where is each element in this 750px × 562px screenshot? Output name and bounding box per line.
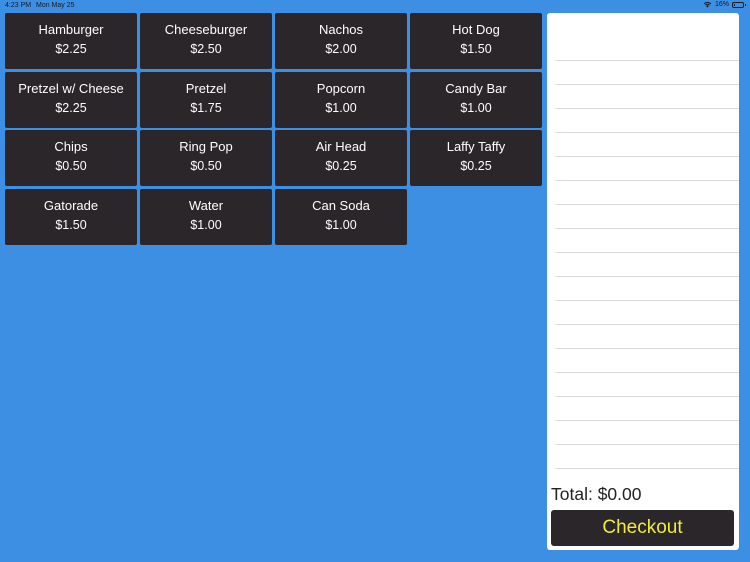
menu-item-button[interactable]: Laffy Taffy $0.25 <box>410 130 542 186</box>
menu-item-name: Popcorn <box>316 80 366 96</box>
order-list-row <box>555 133 739 157</box>
menu-item-name: Can Soda <box>312 197 370 213</box>
menu-item-name: Ring Pop <box>179 139 233 154</box>
menu-item-button[interactable]: Hamburger $2.25 <box>5 13 137 69</box>
menu-item-name: Cheeseburger <box>164 22 248 37</box>
order-list-row <box>555 325 739 349</box>
menu-item-price: $1.00 <box>190 217 222 232</box>
menu-item-name: Air Head <box>315 139 367 154</box>
menu-item-name: Pretzel <box>185 80 227 96</box>
status-bar: 4:23 PM Mon May 25 16% <box>0 0 750 11</box>
menu-item-price: $0.25 <box>325 159 357 173</box>
battery-level <box>734 3 735 6</box>
menu-item-price: $1.00 <box>460 100 492 115</box>
order-list-row <box>555 253 739 277</box>
menu-item-button[interactable]: Popcorn $1.00 <box>275 71 407 128</box>
menu-item-button[interactable]: Gatorade $1.50 <box>5 188 137 245</box>
menu-item-name: Nachos <box>318 22 364 37</box>
battery-percent: 16% <box>714 1 729 8</box>
order-list-row <box>555 397 739 421</box>
order-list-row <box>555 181 739 205</box>
menu-item-button[interactable]: Candy Bar $1.00 <box>410 71 542 128</box>
menu-item-price: $2.25 <box>55 42 87 56</box>
menu-item-name: Candy Bar <box>445 80 507 96</box>
order-list-row <box>555 421 739 445</box>
menu-item-price: $2.25 <box>55 100 87 115</box>
order-list-row <box>555 37 739 61</box>
wifi-icon <box>703 2 712 8</box>
menu-item-name: Hot Dog <box>452 22 500 37</box>
menu-item-price: $2.00 <box>325 42 357 56</box>
menu-item-name: Hamburger <box>38 22 104 37</box>
menu-item-name: Laffy Taffy <box>446 139 506 154</box>
status-time: 4:23 PM <box>5 2 32 9</box>
menu-item-name: Pretzel w/ Cheese <box>18 80 124 96</box>
battery-icon <box>732 1 746 8</box>
order-list-row <box>555 229 739 253</box>
menu-item-price: $1.75 <box>190 100 222 115</box>
order-list-row <box>555 277 739 301</box>
menu-item-price: $0.50 <box>55 159 87 173</box>
menu-item-button[interactable]: Pretzel w/ Cheese $2.25 <box>5 71 137 128</box>
order-list-row <box>555 85 739 109</box>
menu-item-name: Gatorade <box>43 197 99 213</box>
menu-item-button[interactable]: Ring Pop $0.50 <box>140 130 272 186</box>
menu-item-price: $0.25 <box>460 159 492 173</box>
menu-item-name: Water <box>188 197 224 213</box>
order-list-row <box>555 61 739 85</box>
menu-item-button[interactable]: Can Soda $1.00 <box>275 188 407 245</box>
menu-grid: Hamburger $2.25 Cheeseburger $2.50 Nachos $2.… <box>5 13 542 245</box>
menu-item-button[interactable]: Cheeseburger $2.50 <box>140 13 272 69</box>
menu-item-price: $1.50 <box>55 217 87 232</box>
status-indicators: 16% <box>703 1 746 8</box>
menu-item-price: $2.50 <box>190 42 222 56</box>
status-date: Mon May 25 <box>36 2 75 9</box>
order-list-row <box>555 445 739 469</box>
menu-item-button[interactable]: Air Head $0.25 <box>275 130 407 186</box>
menu-item-price: $1.50 <box>460 42 492 56</box>
order-total: Total: $0.00 <box>551 484 642 504</box>
menu-item-button[interactable]: Hot Dog $1.50 <box>410 13 542 69</box>
menu-item-button[interactable]: Chips $0.50 <box>5 130 137 186</box>
order-list-row <box>555 349 739 373</box>
menu-item-button[interactable]: Nachos $2.00 <box>275 13 407 69</box>
menu-item-price: $0.50 <box>190 159 222 173</box>
order-list-row <box>555 301 739 325</box>
menu-item-price: $1.00 <box>325 100 357 115</box>
menu-item-button[interactable]: Water $1.00 <box>140 188 272 245</box>
order-panel: Total: $0.00 Checkout <box>547 13 739 550</box>
order-list[interactable] <box>555 37 739 469</box>
checkout-button[interactable]: Checkout <box>551 510 734 546</box>
order-list-row <box>555 373 739 397</box>
menu-item-button[interactable]: Pretzel $1.75 <box>140 71 272 128</box>
order-list-row <box>555 205 739 229</box>
menu-item-name: Chips <box>54 139 88 154</box>
menu-item-price: $1.00 <box>325 217 357 232</box>
order-list-row <box>555 157 739 181</box>
order-list-row <box>555 109 739 133</box>
